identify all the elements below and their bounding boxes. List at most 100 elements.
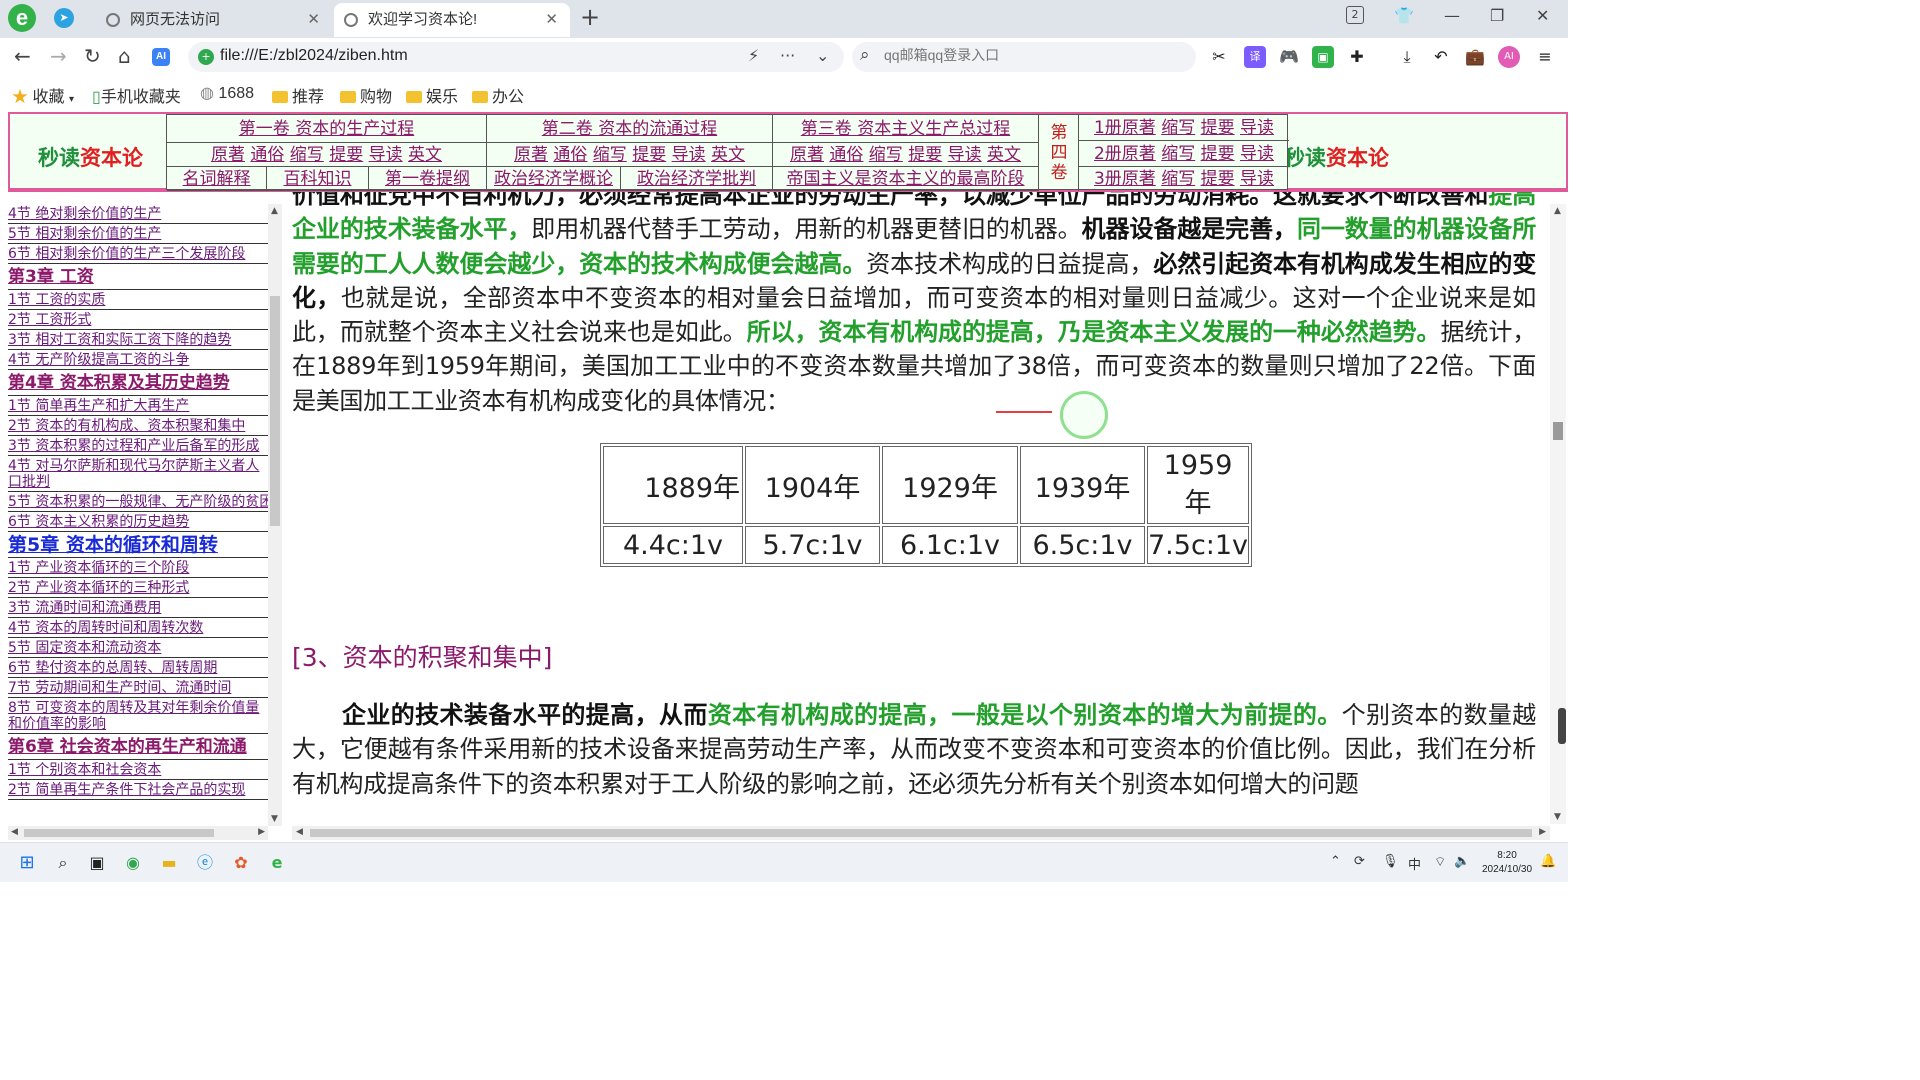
scroll-right-arrow[interactable]: ▶ — [258, 827, 265, 837]
volume-3-link[interactable]: 第三卷 资本主义生产总过程 — [773, 115, 1039, 143]
sidebar-vertical-scrollbar[interactable]: ▲ ▼ — [268, 204, 282, 826]
link-original[interactable]: 原著 — [514, 145, 548, 165]
ime-indicator[interactable]: 中 — [1408, 854, 1421, 873]
link-popular[interactable]: 通俗 — [250, 145, 284, 165]
sidebar-section-link[interactable]: 6节 资本主义积累的历史趋势 — [8, 512, 268, 532]
link-summary[interactable]: 提要 — [1201, 118, 1235, 138]
bookmark-mobile[interactable]: ▯手机收藏夹 — [92, 83, 181, 107]
colorful-app-icon[interactable]: ✿ — [230, 852, 252, 874]
search-icon[interactable]: ⌕ — [52, 852, 74, 874]
sidebar-section-link[interactable]: 5节 固定资本和流动资本 — [8, 638, 268, 658]
telegram-icon[interactable]: ➤ — [54, 8, 74, 28]
sidebar-chapter-link[interactable]: 第3章 工资 — [8, 264, 268, 290]
download-icon[interactable]: ⤓ — [1396, 46, 1418, 68]
volume-icon[interactable]: 🔈 — [1454, 854, 1470, 869]
link-abbrev[interactable]: 缩写 — [869, 145, 903, 165]
scroll-right-arrow[interactable]: ▶ — [1539, 827, 1546, 837]
scroll-up-arrow[interactable]: ▲ — [271, 206, 278, 216]
new-tab-button[interactable]: + — [580, 3, 600, 31]
link-original[interactable]: 原著 — [211, 145, 245, 165]
wifi-icon[interactable]: ⌔ — [1434, 854, 1446, 870]
volume-2-link[interactable]: 第二卷 资本的流通过程 — [487, 115, 773, 143]
ai-icon[interactable]: AI — [152, 48, 170, 66]
link-popular[interactable]: 通俗 — [829, 145, 863, 165]
shirt-skin-icon[interactable]: 👕 — [1394, 6, 1414, 25]
more-icon[interactable]: ··· — [780, 46, 795, 65]
link-popular[interactable]: 通俗 — [553, 145, 587, 165]
chevron-down-icon[interactable]: ⌄ — [816, 46, 829, 65]
briefcase-icon[interactable]: 💼 — [1464, 46, 1486, 68]
sidebar-section-link[interactable]: 8节 可变资本的周转及其对年剩余价值量和价值率的影响 — [8, 698, 268, 734]
glossary-link[interactable]: 名词解释 — [167, 167, 267, 191]
link-guide[interactable]: 导读 — [672, 145, 706, 165]
link-guide[interactable]: 导读 — [1240, 144, 1274, 164]
scroll-handle[interactable] — [1558, 708, 1566, 744]
ai-assistant-icon[interactable]: AI — [1498, 46, 1520, 68]
chevron-up-icon[interactable]: ⌃ — [1330, 854, 1341, 869]
extensions-icon[interactable]: ✚ — [1346, 46, 1368, 68]
book-original-link[interactable]: 1册原著 — [1094, 118, 1156, 138]
sidebar-section-link[interactable]: 1节 工资的实质 — [8, 290, 268, 310]
search-input[interactable] — [884, 47, 1184, 63]
sidebar-section-link[interactable]: 6节 垫付资本的总周转、周转周期 — [8, 658, 268, 678]
system-clock[interactable]: 8:20 2024/10/30 — [1482, 849, 1532, 877]
link-abbrev[interactable]: 缩写 — [1161, 144, 1195, 164]
link-abbrev[interactable]: 缩写 — [593, 145, 627, 165]
imperialism-link[interactable]: 帝国主义是资本主义的最高阶段 — [773, 167, 1039, 191]
close-tab-icon[interactable]: ✕ — [307, 3, 320, 37]
browser-logo-icon[interactable]: e — [8, 4, 36, 32]
sidebar-section-link[interactable]: 4节 绝对剩余价值的生产 — [8, 204, 268, 224]
political-economy-intro-link[interactable]: 政治经济学概论 — [487, 167, 621, 191]
sidebar-section-link[interactable]: 2节 资本的有机构成、资本积聚和集中 — [8, 416, 268, 436]
lightning-icon[interactable]: ⚡ — [748, 46, 759, 65]
sync-icon[interactable]: ⟳ — [1354, 854, 1365, 869]
scroll-down-arrow[interactable]: ▼ — [271, 814, 278, 824]
menu-icon[interactable]: ≡ — [1534, 46, 1556, 68]
scroll-left-arrow[interactable]: ◀ — [296, 827, 303, 837]
bookmark-office[interactable]: 办公 — [472, 83, 524, 107]
scroll-up-arrow[interactable]: ▲ — [1554, 206, 1561, 216]
link-summary[interactable]: 提要 — [1201, 144, 1235, 164]
minimize-icon[interactable]: — — [1444, 6, 1460, 25]
sidebar-section-link[interactable]: 3节 流通时间和流通费用 — [8, 598, 268, 618]
sidebar-section-link[interactable]: 3节 相对工资和实际工资下降的趋势 — [8, 330, 268, 350]
tab-counter-icon[interactable]: 2 — [1346, 6, 1364, 24]
sidebar-chapter-link[interactable]: 第4章 资本积累及其历史趋势 — [8, 370, 268, 396]
link-english[interactable]: 英文 — [408, 145, 442, 165]
book-original-link[interactable]: 2册原著 — [1094, 144, 1156, 164]
volume-1-link[interactable]: 第一卷 资本的生产过程 — [167, 115, 487, 143]
outline-link[interactable]: 第一卷提纲 — [369, 167, 487, 191]
link-abbrev[interactable]: 缩写 — [290, 145, 324, 165]
main-vertical-scrollbar[interactable]: ▲ ▼ — [1550, 204, 1566, 824]
sidebar-section-link[interactable]: 1节 简单再生产和扩大再生产 — [8, 396, 268, 416]
link-guide[interactable]: 导读 — [369, 145, 403, 165]
encyclopedia-link[interactable]: 百科知识 — [267, 167, 369, 191]
tab-ziben[interactable]: 欢迎学习资本论! ✕ — [334, 3, 570, 37]
sidebar-section-link[interactable]: 4节 资本的周转时间和周转次数 — [8, 618, 268, 638]
sidebar-chapter-link[interactable]: 第6章 社会资本的再生产和流通 — [8, 734, 268, 760]
link-summary[interactable]: 提要 — [1201, 169, 1235, 189]
political-economy-critique-link[interactable]: 政治经济学批判 — [621, 167, 773, 191]
link-summary[interactable]: 提要 — [908, 145, 942, 165]
link-english[interactable]: 英文 — [987, 145, 1021, 165]
site-brand-left[interactable]: 秒读资本论 — [38, 142, 143, 172]
sidebar-section-link[interactable]: 1节 产业资本循环的三个阶段 — [8, 558, 268, 578]
link-guide[interactable]: 导读 — [1240, 169, 1274, 189]
forward-icon[interactable]: → — [50, 44, 67, 68]
scrollbar-thumb[interactable] — [270, 296, 280, 526]
link-abbrev[interactable]: 缩写 — [1161, 118, 1195, 138]
search-box[interactable]: ⌕ — [852, 42, 1196, 72]
undo-icon[interactable]: ↶ — [1430, 46, 1452, 68]
address-bar[interactable]: + file:///E:/zbl2024/ziben.htm ⚡ ··· ⌄ — [188, 42, 844, 72]
close-window-icon[interactable]: ✕ — [1536, 6, 1549, 25]
home-icon[interactable]: ⌂ — [118, 44, 131, 68]
file-explorer-icon[interactable]: ▬ — [158, 852, 180, 874]
edge-browser-icon[interactable]: ⓔ — [194, 852, 216, 874]
bookmark-recommend[interactable]: 推荐 — [272, 83, 324, 107]
translate-icon[interactable]: 译 — [1244, 46, 1266, 68]
scroll-down-arrow[interactable]: ▼ — [1554, 812, 1561, 822]
sidebar-section-link[interactable]: 5节 相对剩余价值的生产 — [8, 224, 268, 244]
task-view-icon[interactable]: ▣ — [86, 852, 108, 874]
link-guide[interactable]: 导读 — [1240, 118, 1274, 138]
bookmark-1688[interactable]: ◍ 1688 — [200, 83, 254, 103]
